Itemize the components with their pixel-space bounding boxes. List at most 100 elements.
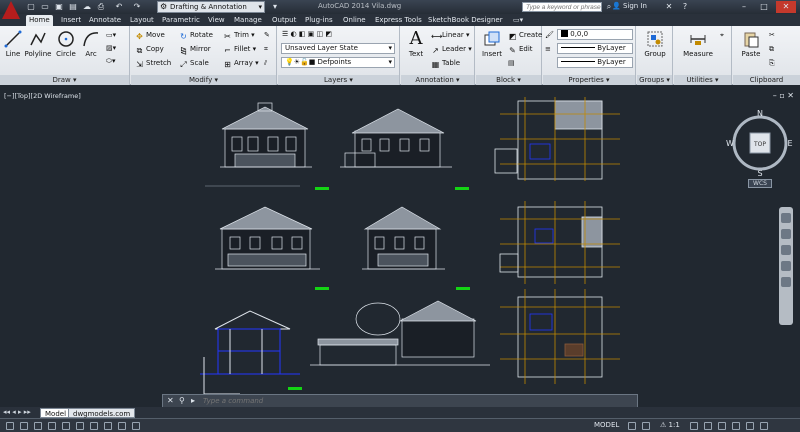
tab-model[interactable]: Model [40, 408, 72, 418]
utilities-panel-title[interactable]: Utilities ▾ [674, 75, 731, 85]
tab-manage[interactable]: Manage [231, 15, 265, 26]
block-attributes-icon[interactable]: ▤ [508, 58, 515, 68]
polyline-button[interactable]: Polyline [24, 30, 52, 58]
minimize-button[interactable]: – [734, 1, 754, 13]
tab-plugins[interactable]: Plug-ins [302, 15, 336, 26]
model-space-label[interactable]: MODEL [594, 421, 619, 429]
showmotion-icon[interactable] [781, 277, 791, 287]
close-command-icon[interactable]: ✕ [167, 396, 174, 405]
mirror-button[interactable]: ⧎ Mirror [179, 44, 210, 55]
command-input[interactable] [203, 396, 623, 406]
layer-dropdown[interactable]: 💡☀🔓■ Defpoints ▾ [281, 57, 395, 68]
pan-icon[interactable] [781, 229, 791, 239]
drawing-canvas[interactable] [0, 89, 800, 407]
rectangle-icon[interactable]: ▭▾ [106, 30, 116, 40]
annotation-visibility-icon[interactable] [690, 422, 698, 430]
fillet-button[interactable]: ⌐ Fillet ▾ [223, 44, 256, 55]
lock-icon[interactable] [718, 422, 726, 430]
group-button[interactable]: Group [639, 30, 671, 58]
search-input[interactable] [522, 2, 602, 12]
undo-icon[interactable]: ↶ [114, 2, 124, 12]
ortho-icon[interactable] [34, 422, 42, 430]
steering-wheel-icon[interactable] [781, 213, 791, 223]
tab-layout[interactable]: Layout [127, 15, 157, 26]
viewport-window-controls[interactable]: – ▫ ✕ [773, 91, 794, 100]
rotate-button[interactable]: ↻ Rotate [179, 30, 213, 41]
tab-insert[interactable]: Insert [58, 15, 84, 26]
paste-button[interactable]: Paste [736, 30, 766, 58]
create-block-button[interactable]: ◩ Create [508, 30, 543, 41]
customize-command-icon[interactable]: ⚲ [179, 396, 185, 405]
viewport-controls-label[interactable]: [−][Top][2D Wireframe] [4, 92, 81, 100]
lineweight-dropdown[interactable]: ByLayer [557, 43, 633, 54]
print-icon[interactable]: ⎙ [96, 2, 106, 12]
table-button[interactable]: ▦ Table [431, 58, 460, 69]
annotation-scale-label[interactable]: ⚠ 1:1 [660, 421, 680, 429]
lineweight-toggle-icon[interactable] [118, 422, 126, 430]
modify-panel-title[interactable]: Modify ▾ [131, 75, 276, 85]
open-icon[interactable]: ▭ [40, 2, 50, 12]
line-button[interactable]: Line [2, 30, 24, 58]
maximize-button[interactable]: □ [754, 1, 774, 13]
measure-button[interactable]: Measure [678, 30, 718, 58]
tab-annotate[interactable]: Annotate [86, 15, 124, 26]
explode-icon[interactable]: ⌗ [264, 44, 268, 54]
insert-button[interactable]: Insert [479, 30, 505, 58]
edit-block-button[interactable]: ✎ Edit [508, 44, 532, 55]
workspace-switch-icon[interactable] [704, 422, 712, 430]
move-button[interactable]: ✥ Move [135, 30, 165, 41]
text-button[interactable]: A Text [404, 30, 428, 59]
offset-icon[interactable]: ⫽ [264, 58, 267, 68]
help-icon[interactable]: ? [680, 2, 690, 12]
workspace-dropdown[interactable]: ⚙ Drafting & Annotation ▾ [157, 1, 265, 13]
hardware-acceleration-icon[interactable] [732, 422, 740, 430]
quick-view-drawings-icon[interactable] [642, 422, 650, 430]
transparency-icon[interactable] [132, 422, 140, 430]
draw-panel-title[interactable]: Draw ▾ [0, 75, 129, 85]
array-button[interactable]: ⊞ Array ▾ [223, 58, 258, 69]
cloud-icon[interactable]: ☁ [82, 2, 92, 12]
circle-button[interactable]: Circle [54, 30, 78, 58]
properties-panel-title[interactable]: Properties ▾ [543, 75, 635, 85]
linear-button[interactable]: ⟷Linear ▾ [431, 30, 470, 41]
new-icon[interactable]: ▢ [26, 2, 36, 12]
list-icon[interactable]: ≡ [545, 44, 551, 54]
copy-clip-icon[interactable]: ⧉ [769, 44, 774, 54]
quick-view-layouts-icon[interactable] [628, 422, 636, 430]
tab-navigation-arrows[interactable]: ◂◂ ◂ ▸ ▸▸ [3, 408, 31, 416]
sign-in-link[interactable]: 👤 Sign In [612, 2, 647, 10]
leader-button[interactable]: ↗ Leader ▾ [431, 44, 472, 55]
ribbon-toggle-icon[interactable]: ▭▾ [510, 15, 526, 26]
clean-screen-icon[interactable] [760, 422, 768, 430]
save-as-icon[interactable]: ▤ [68, 2, 78, 12]
isolate-objects-icon[interactable] [746, 422, 754, 430]
match-icon[interactable]: ⎘ [769, 58, 775, 68]
groups-panel-title[interactable]: Groups ▾ [637, 75, 672, 85]
tab-home[interactable]: Home [26, 15, 53, 26]
tab-layout-dwgmodels[interactable]: dwgmodels.com [68, 408, 136, 418]
scale-button[interactable]: ⤢ Scale [179, 58, 209, 69]
tab-online[interactable]: Online [340, 15, 369, 26]
tab-express-tools[interactable]: Express Tools [372, 15, 425, 26]
trim-button[interactable]: ✂ Trim ▾ [223, 30, 255, 41]
navigation-bar[interactable] [779, 207, 793, 325]
tab-output[interactable]: Output [269, 15, 299, 26]
drawing-viewport[interactable]: [−][Top][2D Wireframe] – ▫ ✕ TOP N S E W… [0, 89, 800, 407]
otrack-icon[interactable] [76, 422, 84, 430]
osnap-icon[interactable] [62, 422, 70, 430]
block-panel-title[interactable]: Block ▾ [476, 75, 541, 85]
color-dropdown[interactable]: 0,0,0 [557, 29, 633, 40]
cut-icon[interactable]: ✂ [769, 30, 775, 40]
clipboard-panel-title[interactable]: Clipboard [733, 75, 800, 85]
close-button[interactable]: ✕ [776, 1, 796, 13]
exchange-icon[interactable]: ✕ [664, 2, 674, 12]
tab-view[interactable]: View [205, 15, 228, 26]
layer-properties-icon[interactable]: ☰ ◐ ◧ ▣ ◫ ◩ [282, 29, 332, 39]
redo-icon[interactable]: ↷ [132, 2, 142, 12]
save-icon[interactable]: ▣ [54, 2, 64, 12]
tab-sketchbook-designer[interactable]: SketchBook Designer [425, 15, 506, 26]
stretch-button[interactable]: ⇲ Stretch [135, 58, 171, 69]
layer-state-dropdown[interactable]: Unsaved Layer State ▾ [281, 43, 395, 54]
quick-select-icon[interactable]: ⌖ [720, 30, 724, 40]
grid-icon[interactable] [20, 422, 28, 430]
